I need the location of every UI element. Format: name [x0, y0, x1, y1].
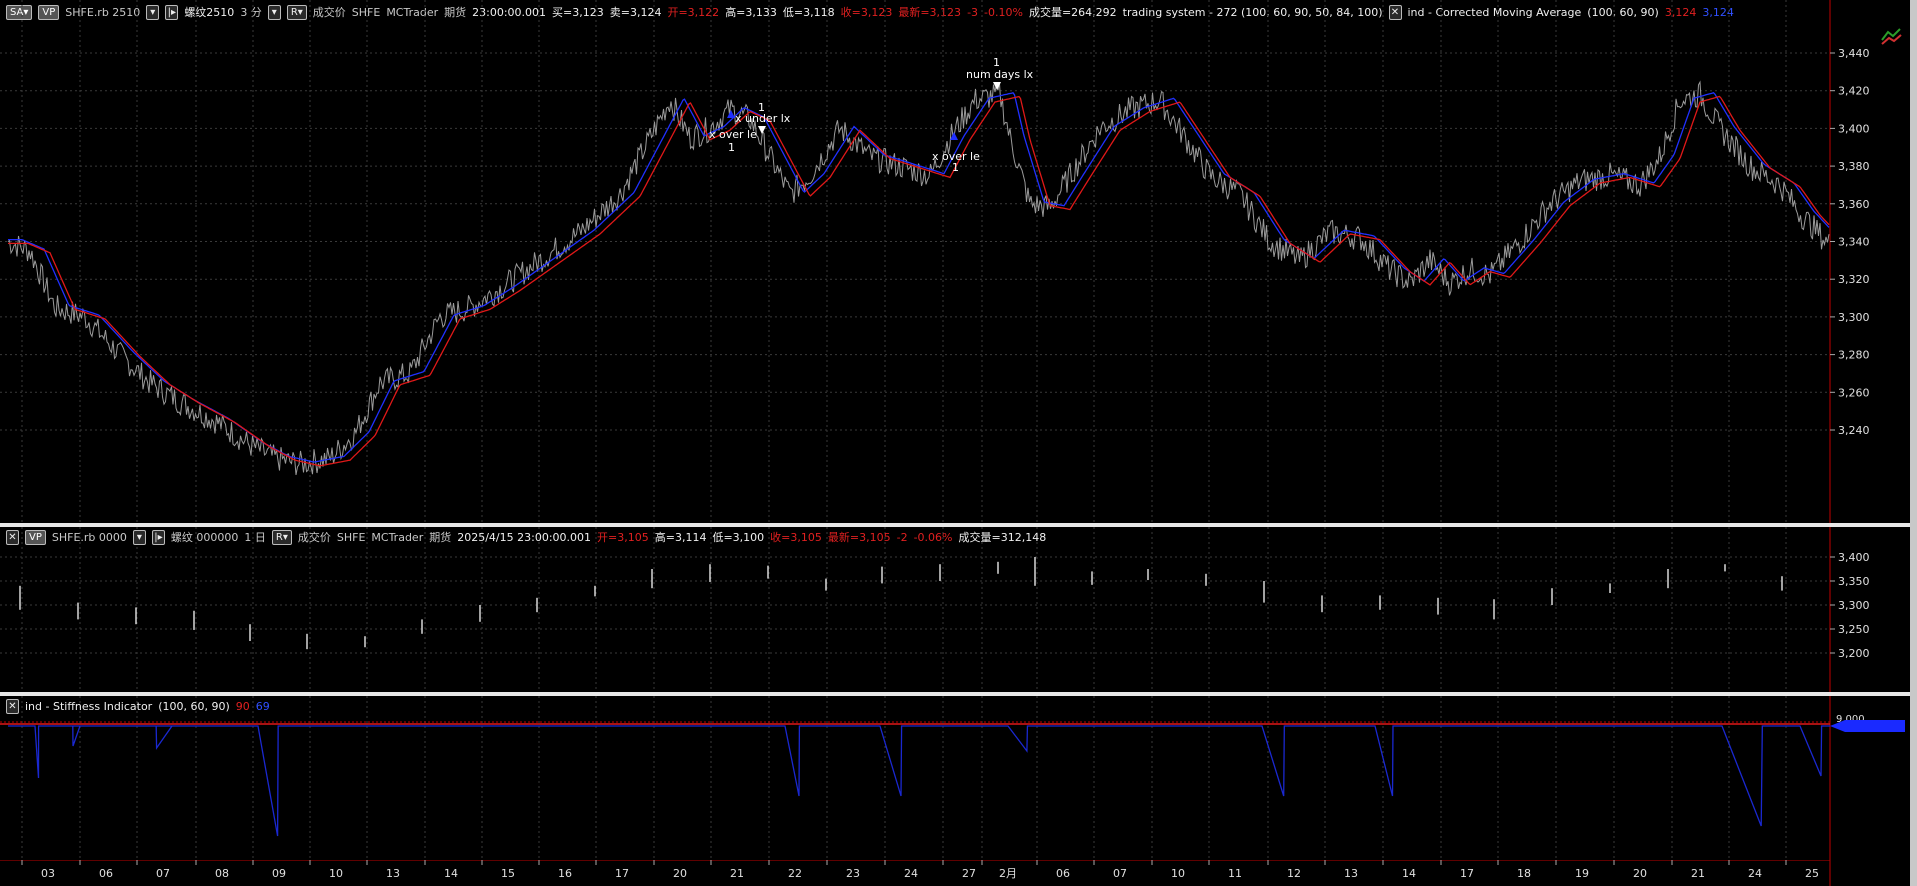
y-tick-label: 3,260 [1838, 386, 1870, 399]
symbol-dropdown-icon[interactable]: ▾ [132, 529, 146, 545]
stiffness-params: (100, 60, 90) [158, 699, 230, 713]
x-tick-label: 16 [558, 867, 572, 880]
instrument-name: 螺纹 000000 [170, 531, 239, 544]
range-button[interactable]: R▾ [271, 529, 292, 545]
change-pct-label: -0.06% [913, 530, 953, 544]
x-tick-label: 20 [1633, 867, 1647, 880]
category-label: 期货 [429, 531, 452, 544]
y-tick-label: 3,340 [1838, 236, 1870, 249]
low-label: 低=3,100 [712, 531, 765, 544]
x-tick-label: 24 [1748, 867, 1762, 880]
time-label: 2025/4/15 23:00:00.001 [457, 530, 592, 544]
interval-settings-icon[interactable]: |▸ [151, 529, 165, 545]
y-tick-label: 3,240 [1838, 424, 1870, 437]
x-tick-label: 14 [444, 867, 458, 880]
close-pane-icon[interactable]: ✕ [6, 698, 19, 714]
x-tick-label: 21 [1691, 867, 1705, 880]
stiffness-pane[interactable]: 9,000 ✕ ind - Stiffness Indicator (100, … [0, 696, 1910, 860]
annotation-x-over-1: x over le [709, 128, 757, 141]
x-tick-label: 14 [1402, 867, 1416, 880]
x-tick-label: 13 [386, 867, 400, 880]
stiffness-chart[interactable]: 9,000 [0, 696, 1910, 860]
feed-label: MCTrader [371, 530, 424, 544]
y-tick-label: 3,400 [1838, 551, 1870, 564]
x-tick-label: 18 [1517, 867, 1531, 880]
y-tick-label: 3,200 [1838, 647, 1870, 660]
main-price-chart[interactable]: 3,440 3,420 3,400 3,380 3,360 3,340 3,320 3,300… [0, 0, 1910, 525]
stiffness-line [8, 725, 1830, 837]
x-tick-label: 10 [329, 867, 343, 880]
annotation-one-d: 1 [993, 56, 1000, 69]
x-tick-label: 20 [673, 867, 687, 880]
annotation-num-days: num days lx [966, 68, 1034, 81]
exit-arrow-icon-2 [758, 126, 766, 134]
daily-chart-pane[interactable]: 3,400 3,350 3,300 3,250 3,200 ✕ VP SHFE.rb 0… [0, 527, 1910, 692]
x-tick-label: 25 [1805, 867, 1819, 880]
y-tick-label: 3,300 [1838, 311, 1870, 324]
x-tick-label: 27 [962, 867, 976, 880]
y-tick-label: 3,420 [1838, 85, 1870, 98]
interval-label: 1 日 [244, 531, 266, 544]
annotation-one-c: 1 [952, 161, 959, 174]
current-value-marker [1830, 720, 1905, 732]
annotation-one-a: 1 [758, 101, 765, 114]
stiffness-title: ind - Stiffness Indicator [25, 699, 153, 713]
y-tick-label: 3,440 [1838, 47, 1870, 60]
stiffness-pane-header: ✕ ind - Stiffness Indicator (100, 60, 90… [6, 698, 270, 714]
last-label: 最新=3,105 [827, 531, 891, 544]
daily-bar-chart[interactable]: 3,400 3,350 3,300 3,250 3,200 [0, 527, 1910, 692]
x-tick-label: 12 [1287, 867, 1301, 880]
x-tick-label: 17 [1460, 867, 1474, 880]
y-tick-label: 3,320 [1838, 273, 1870, 286]
x-tick-label: 21 [730, 867, 744, 880]
y-tick-label: 3,400 [1838, 122, 1870, 135]
main-chart-pane[interactable]: SA ▾ VP SHFE.rb 2510 ▾ |▸ 螺纹2510 3 分 ▾ R▾… [0, 0, 1910, 525]
stiffness-value-blue: 69 [255, 699, 270, 713]
symbol-label: SHFE.rb 0000 [51, 530, 127, 544]
x-tick-label: 06 [1056, 867, 1070, 880]
stiffness-value-red: 90 [235, 699, 250, 713]
x-tick-label: 07 [156, 867, 170, 880]
x-tick-label: 17 [615, 867, 629, 880]
x-tick-label: 07 [1113, 867, 1127, 880]
x-tick-label: 11 [1228, 867, 1242, 880]
y-tick-label: 3,380 [1838, 160, 1870, 173]
high-label: 高=3,114 [654, 531, 707, 544]
annotation-one-b: 1 [728, 141, 735, 154]
x-tick-label: 09 [272, 867, 286, 880]
y-tick-label: 3,360 [1838, 198, 1870, 211]
entry-arrow-icon [727, 110, 735, 118]
daily-pane-header: ✕ VP SHFE.rb 0000 ▾ |▸ 螺纹 000000 1 日 R▾ … [6, 529, 1046, 545]
volume-profile-button[interactable]: VP [25, 529, 46, 545]
exchange-label: SHFE [336, 530, 366, 544]
price-type-label: 成交价 [297, 531, 331, 544]
x-tick-label: 2月 [999, 867, 1017, 880]
y-tick-label: 3,280 [1838, 349, 1870, 362]
x-tick-label: 24 [904, 867, 918, 880]
x-tick-label: 08 [215, 867, 229, 880]
close-pane-icon[interactable]: ✕ [6, 529, 19, 545]
y-tick-label: 3,350 [1838, 575, 1870, 588]
x-tick-label: 23 [846, 867, 860, 880]
chart-trader-icon[interactable] [1880, 26, 1904, 46]
x-tick-label: 15 [501, 867, 515, 880]
x-tick-label: 19 [1575, 867, 1589, 880]
y-tick-label: 3,300 [1838, 599, 1870, 612]
x-tick-label: 13 [1344, 867, 1358, 880]
x-tick-label: 22 [788, 867, 802, 880]
change-label: -2 [896, 530, 908, 544]
x-tick-label: 10 [1171, 867, 1185, 880]
x-tick-label: 03 [41, 867, 55, 880]
close-label: 收=3,105 [770, 531, 822, 544]
right-scroll-strip[interactable] [1910, 0, 1917, 886]
y-tick-label: 3,250 [1838, 623, 1870, 636]
open-label: 开=3,105 [597, 531, 649, 544]
time-axis[interactable]: 03 06 07 08 09 10 13 14 15 16 17 20 21 22 23 24 27 2月 06 07… [0, 860, 1910, 886]
volume-label: 成交量=312,148 [958, 531, 1047, 544]
x-tick-label: 06 [99, 867, 113, 880]
